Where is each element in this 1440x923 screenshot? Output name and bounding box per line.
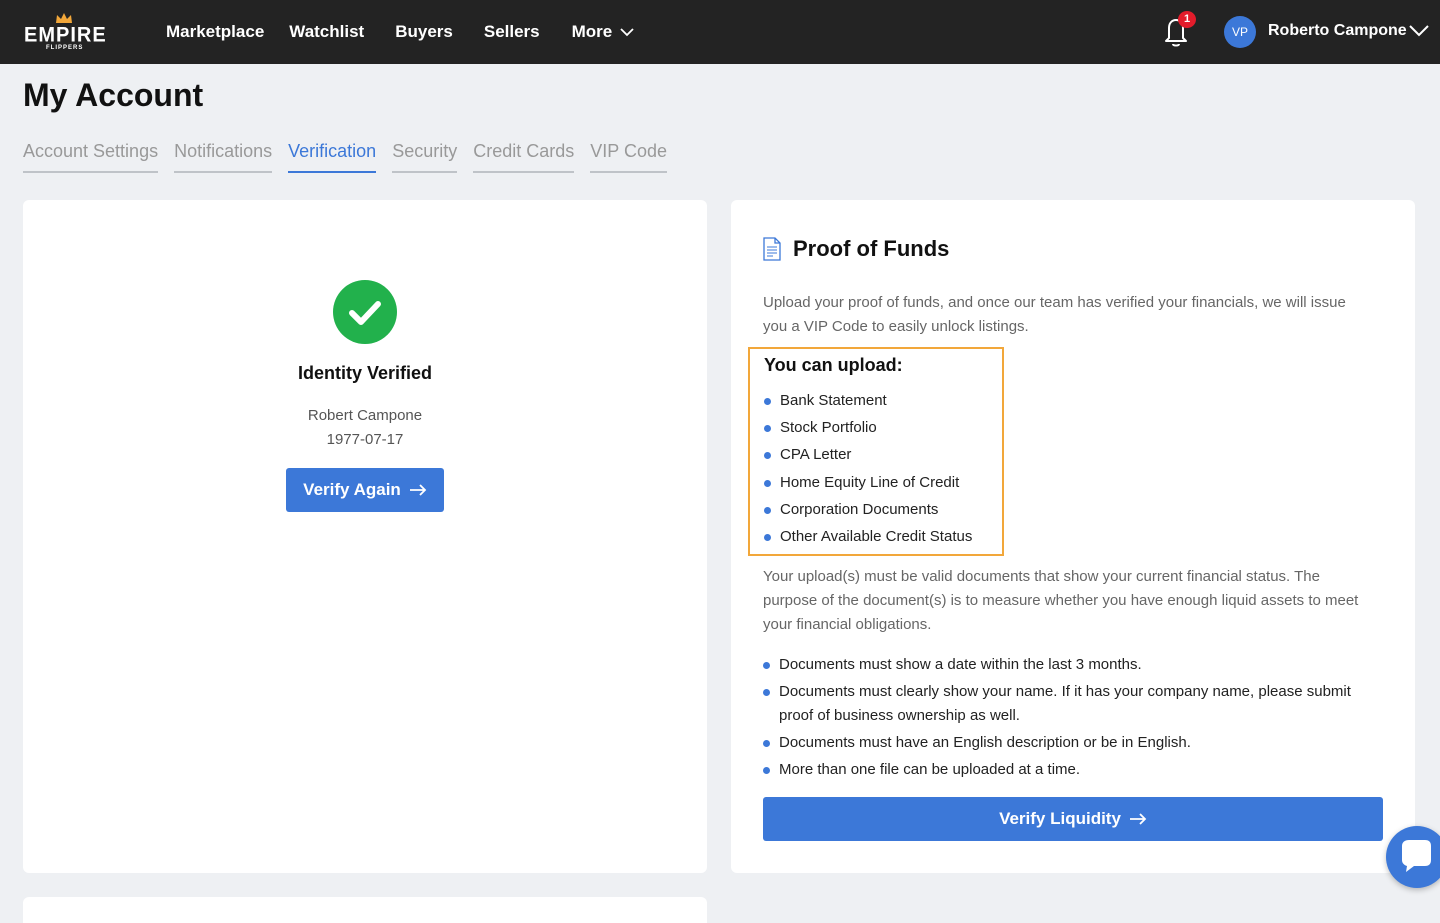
upload-options-title: You can upload: (764, 355, 903, 375)
tab-verification[interactable]: Verification (288, 141, 377, 173)
tab-credit-cards[interactable]: Credit Cards (473, 141, 575, 173)
arrow-right-icon (1129, 813, 1147, 825)
verify-liquidity-label: Verify Liquidity (999, 809, 1121, 828)
secondary-card (23, 897, 707, 923)
chat-bubble-icon (1402, 840, 1431, 872)
list-item: Corporation Documents (764, 498, 972, 525)
nav-more[interactable]: More (572, 22, 635, 42)
nav-more-label: More (571, 22, 613, 41)
proof-of-funds-description: Your upload(s) must be valid documents t… (763, 568, 1359, 633)
upload-options-box: You can upload: Bank Statement Stock Por… (748, 347, 1004, 556)
avatar[interactable]: VP (1224, 16, 1256, 48)
list-item: CPA Letter (764, 443, 972, 470)
logo-subtitle: FLIPPERS (46, 45, 84, 51)
nav-watchlist[interactable]: Watchlist (289, 22, 364, 42)
list-item: Home Equity Line of Credit (764, 471, 972, 498)
top-navigation-bar: EMPIRE FLIPPERS Marketplace Watchlist Bu… (0, 0, 1440, 64)
notification-count-badge: 1 (1178, 11, 1196, 28)
list-item: Documents must have an English descripti… (763, 731, 1383, 755)
list-item: More than one file can be uploaded at a … (763, 758, 1383, 782)
tab-security[interactable]: Security (392, 141, 458, 173)
arrow-right-icon (409, 484, 427, 496)
user-name[interactable]: Roberto Campone (1268, 22, 1407, 40)
nav-sellers[interactable]: Sellers (484, 22, 540, 42)
tab-notifications[interactable]: Notifications (174, 141, 273, 173)
list-item: Bank Statement (764, 389, 972, 416)
chevron-down-icon[interactable] (1408, 24, 1430, 38)
requirements-list: Documents must show a date within the la… (763, 653, 1383, 785)
account-tabs: Account Settings Notifications Verificat… (23, 141, 683, 173)
document-icon (763, 237, 781, 261)
chat-widget-button[interactable] (1386, 826, 1440, 888)
tab-vip-code[interactable]: VIP Code (590, 141, 667, 173)
proof-of-funds-title: Proof of Funds (793, 236, 950, 261)
list-item: Documents must clearly show your name. I… (763, 680, 1383, 728)
logo-wordmark: EMPIRE (24, 23, 107, 47)
identity-status-title: Identity Verified (297, 363, 433, 383)
proof-of-funds-intro: Upload your proof of funds, and once our… (763, 294, 1346, 335)
verified-check-icon (333, 280, 397, 344)
nav-buyers[interactable]: Buyers (395, 22, 453, 42)
nav-marketplace[interactable]: Marketplace (166, 22, 264, 42)
crown-icon (56, 13, 72, 23)
tab-account-settings[interactable]: Account Settings (23, 141, 159, 173)
list-item: Stock Portfolio (764, 416, 972, 443)
list-item: Other Available Credit Status (764, 525, 972, 552)
identity-verification-card: Identity Verified Robert Campone 1977-07… (23, 200, 707, 873)
verify-again-label: Verify Again (303, 480, 401, 499)
upload-options-list: Bank Statement Stock Portfolio CPA Lette… (764, 389, 972, 552)
page-title: My Account (23, 77, 204, 113)
identity-dob: 1977-07-17 (326, 431, 404, 448)
proof-of-funds-card: Proof of Funds Upload your proof of fund… (731, 200, 1415, 873)
verify-again-button[interactable]: Verify Again (286, 468, 444, 512)
identity-name: Robert Campone (307, 407, 423, 424)
chevron-down-icon (620, 27, 634, 36)
list-item: Documents must show a date within the la… (763, 653, 1383, 677)
verify-liquidity-button[interactable]: Verify Liquidity (763, 797, 1383, 841)
empire-flippers-logo[interactable]: EMPIRE FLIPPERS (24, 12, 107, 54)
main-nav: Marketplace Watchlist Buyers Sellers Mor… (166, 0, 659, 64)
